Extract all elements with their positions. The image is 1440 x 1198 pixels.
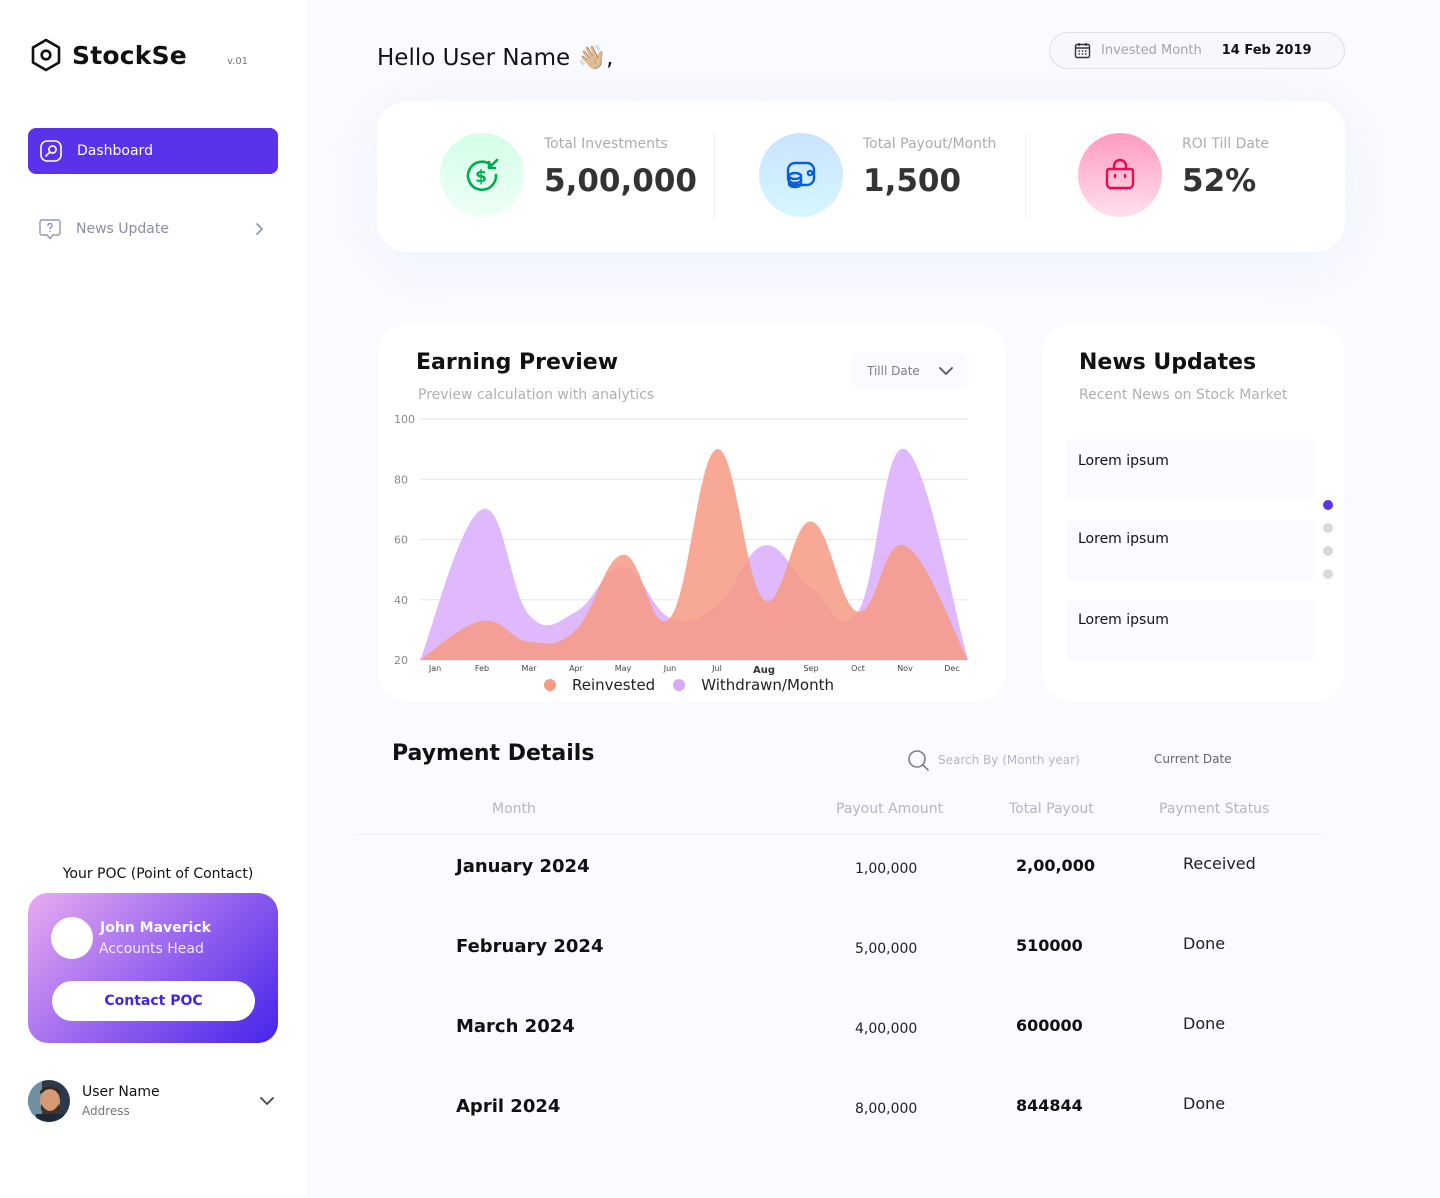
invested-month-picker[interactable]: Invested Month 14 Feb 2019 [1049,32,1345,69]
y-tick-label: 60 [394,534,408,547]
x-tick-label: Dec [944,664,959,673]
x-tick-label: Nov [897,664,913,673]
earning-preview-card: Earning Preview Preview calculation with… [378,324,1006,702]
sidebar-item-label: Dashboard [77,143,153,159]
app-version: v.01 [227,56,249,67]
stat-label: Total Investments [544,136,668,152]
svg-text:$: $ [475,167,487,187]
legend-item-reinvested: Reinvested [544,676,655,694]
payment-details-title: Payment Details [392,741,595,766]
row-total: 2,00,000 [1016,856,1095,875]
y-tick-label: 100 [394,413,415,426]
pager-dot[interactable] [1323,523,1333,533]
chevron-right-icon [256,223,263,235]
invested-month-value: 14 Feb 2019 [1221,43,1312,58]
news-title: News Updates [1079,350,1257,375]
sidebar-item-news-update[interactable]: News Update [28,206,278,252]
pager-dot[interactable] [1323,569,1333,579]
x-tick-label: May [615,664,632,673]
stat-label: ROI Till Date [1182,136,1270,152]
x-tick-label: Sep [803,664,818,673]
app-name: StockSe [72,40,187,70]
table-row[interactable]: February 2024 5,00,000 510000 Done [0,934,1440,1016]
divider [1025,133,1026,219]
row-total: 600000 [1016,1016,1083,1035]
news-item[interactable]: Lorem ipsum [1066,439,1315,500]
x-tick-label: Feb [475,664,489,673]
column-header-payout-amount: Payout Amount [836,801,944,817]
news-pager [1323,500,1333,592]
legend-swatch [673,679,686,691]
coins-icon [786,161,816,189]
invested-month-label: Invested Month [1101,43,1202,58]
table-header-divider [355,834,1322,835]
calendar-icon [1074,43,1091,59]
legend-item-withdrawn: Withdrawn/Month [673,676,834,694]
earning-chart: 100 80 60 40 20 Jan Feb Mar Apr May Jun Jul Aug Sep O… [394,413,968,676]
dollar-return-icon: $ [466,158,499,191]
stat-value: 5,00,000 [544,163,697,199]
row-status: Done [1183,934,1226,953]
row-status: Done [1183,1014,1226,1033]
row-total: 510000 [1016,936,1083,955]
pager-dot[interactable] [1323,500,1333,510]
pager-dot[interactable] [1323,546,1333,556]
question-chat-icon [39,219,61,240]
news-updates-card: News Updates Recent News on Stock Market… [1042,324,1345,702]
row-amount: 4,00,000 [855,1021,918,1037]
x-tick-label: Jul [711,664,722,673]
dashboard-icon [40,140,62,162]
row-status: Done [1183,1094,1226,1113]
table-row[interactable]: April 2024 8,00,000 844844 Done [0,1094,1440,1176]
column-header-month: Month [492,801,536,817]
x-tick-label: Oct [851,664,865,673]
x-tick-label: Apr [569,664,584,673]
column-header-total-payout: Total Payout [1009,801,1094,817]
y-tick-label: 40 [394,594,408,607]
legend-label: Reinvested [572,676,656,694]
x-tick-label: Jan [428,664,441,673]
y-tick-label: 80 [394,473,408,486]
stat-icon-circle [759,133,843,217]
stats-card: $ Total Investments 5,00,000 Total Payou… [377,101,1345,252]
stat-icon-circle: $ [440,133,524,217]
row-month: February 2024 [456,936,604,957]
stat-label: Total Payout/Month [863,136,997,152]
row-amount: 1,00,000 [855,861,918,877]
search-input[interactable]: Search By (Month year) [938,753,1080,767]
news-item[interactable]: Lorem ipsum [1066,520,1315,581]
logo[interactable]: StockSe [30,38,187,72]
current-date-filter[interactable]: Current Date [1154,752,1232,766]
x-tick-label: Mar [521,664,537,673]
row-month: April 2024 [456,1096,561,1117]
x-tick-label: Aug [753,665,775,676]
column-header-payment-status: Payment Status [1159,801,1270,817]
sidebar-item-dashboard[interactable]: Dashboard [28,128,278,174]
row-amount: 5,00,000 [855,941,918,957]
stat-icon-circle [1078,133,1162,217]
hexagon-logo-icon [31,38,61,72]
stat-value: 1,500 [863,163,962,199]
news-item[interactable]: Lorem ipsum [1066,600,1315,661]
table-row[interactable]: March 2024 4,00,000 600000 Done [0,1014,1440,1096]
legend-swatch [544,679,556,691]
news-subtitle: Recent News on Stock Market [1079,387,1288,403]
row-total: 844844 [1016,1096,1083,1115]
legend-label: Withdrawn/Month [701,676,834,694]
shopping-bag-icon [1105,158,1135,190]
row-amount: 8,00,000 [855,1101,918,1117]
x-tick-label: Jun [663,664,677,673]
y-tick-label: 20 [394,654,408,667]
row-month: January 2024 [456,856,590,877]
payment-search[interactable]: Search By (Month year) [906,748,1080,772]
row-month: March 2024 [456,1016,575,1037]
greeting: Hello User Name 👋🏼, [377,45,614,71]
table-row[interactable]: January 2024 1,00,000 2,00,000 Received [0,854,1440,936]
divider [714,133,715,219]
chart-legend: Reinvested Withdrawn/Month [544,676,852,694]
row-status: Received [1183,854,1256,873]
search-icon [908,750,929,771]
sidebar-item-label: News Update [76,221,169,237]
stat-value: 52% [1182,163,1257,199]
